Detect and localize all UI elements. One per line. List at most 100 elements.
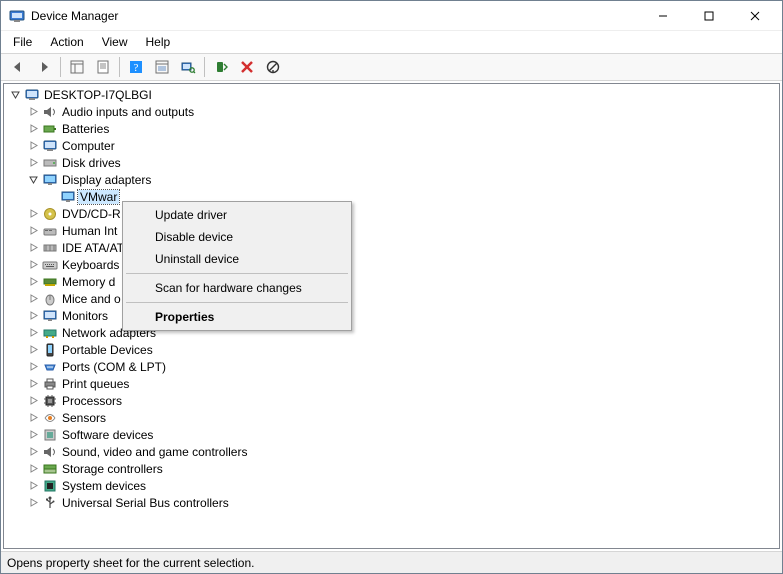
computer-icon xyxy=(42,138,58,154)
tree-node-label: Computer xyxy=(60,139,117,153)
tree-node-ports[interactable]: Ports (COM & LPT) xyxy=(26,358,779,375)
tree-node-audio[interactable]: Audio inputs and outputs xyxy=(26,103,779,120)
status-text: Opens property sheet for the current sel… xyxy=(7,556,254,570)
tree-root-label: DESKTOP-I7QLBGI xyxy=(42,88,154,102)
usb-icon xyxy=(42,495,58,511)
device-tree-pane[interactable]: DESKTOP-I7QLBGI Audio inputs and outputs… xyxy=(3,83,780,549)
status-bar: Opens property sheet for the current sel… xyxy=(1,551,782,573)
expand-icon[interactable] xyxy=(26,139,40,153)
menu-action[interactable]: Action xyxy=(42,33,91,51)
cpu-icon xyxy=(42,393,58,409)
expand-icon[interactable] xyxy=(26,309,40,323)
tree-node-label: Universal Serial Bus controllers xyxy=(60,496,231,510)
show-hide-console-tree-button[interactable] xyxy=(65,55,89,79)
tree-node-label: Human Int xyxy=(60,224,119,238)
hid-icon xyxy=(42,223,58,239)
tree-node-label: Software devices xyxy=(60,428,155,442)
ctx-properties[interactable]: Properties xyxy=(125,306,349,328)
tree-node-label: Memory d xyxy=(60,275,117,289)
disable-device-button[interactable] xyxy=(261,55,285,79)
expand-icon[interactable] xyxy=(26,326,40,340)
expand-icon[interactable] xyxy=(26,411,40,425)
tree-node-sound[interactable]: Sound, video and game controllers xyxy=(26,443,779,460)
expand-icon[interactable] xyxy=(26,479,40,493)
system-icon xyxy=(42,478,58,494)
sensor-icon xyxy=(42,410,58,426)
tree-node-disk[interactable]: Disk drives xyxy=(26,154,779,171)
expand-icon[interactable] xyxy=(26,275,40,289)
window-title: Device Manager xyxy=(31,9,118,23)
ctx-separator xyxy=(126,302,348,303)
portable-icon xyxy=(42,342,58,358)
tree-node-label: Storage controllers xyxy=(60,462,165,476)
tree-node-label: System devices xyxy=(60,479,148,493)
tree-node-label-selected: VMwar xyxy=(78,190,119,204)
tree-node-printq[interactable]: Print queues xyxy=(26,375,779,392)
expand-icon[interactable] xyxy=(26,462,40,476)
expand-icon[interactable] xyxy=(26,156,40,170)
tree-node-label: Portable Devices xyxy=(60,343,155,357)
properties-button[interactable] xyxy=(91,55,115,79)
tree-node-software[interactable]: Software devices xyxy=(26,426,779,443)
tree-node-label: Audio inputs and outputs xyxy=(60,105,196,119)
expand-icon[interactable] xyxy=(26,377,40,391)
expand-icon[interactable] xyxy=(26,445,40,459)
app-icon xyxy=(9,8,25,24)
toolbar-sep xyxy=(119,57,120,77)
menu-file[interactable]: File xyxy=(5,33,40,51)
action-button[interactable] xyxy=(150,55,174,79)
back-button[interactable] xyxy=(6,55,30,79)
expand-icon[interactable] xyxy=(26,241,40,255)
expand-icon[interactable] xyxy=(26,343,40,357)
monitor-icon xyxy=(42,308,58,324)
port-icon xyxy=(42,359,58,375)
menu-view[interactable]: View xyxy=(94,33,136,51)
menu-help[interactable]: Help xyxy=(138,33,179,51)
minimize-button[interactable] xyxy=(640,1,686,31)
maximize-button[interactable] xyxy=(686,1,732,31)
collapse-icon[interactable] xyxy=(8,88,22,102)
tree-node-usb[interactable]: Universal Serial Bus controllers xyxy=(26,494,779,511)
tree-node-display[interactable]: Display adapters xyxy=(26,171,779,188)
software-icon xyxy=(42,427,58,443)
tree-node-system[interactable]: System devices xyxy=(26,477,779,494)
tree-node-processors[interactable]: Processors xyxy=(26,392,779,409)
expand-icon[interactable] xyxy=(26,224,40,238)
expand-icon[interactable] xyxy=(26,292,40,306)
toolbar-sep xyxy=(60,57,61,77)
ctx-update-driver[interactable]: Update driver xyxy=(125,204,349,226)
scan-hardware-button[interactable] xyxy=(176,55,200,79)
tree-root[interactable]: DESKTOP-I7QLBGI xyxy=(8,86,779,103)
storage-icon xyxy=(42,461,58,477)
expand-icon[interactable] xyxy=(26,207,40,221)
update-driver-button[interactable] xyxy=(209,55,233,79)
tree-node-label: Disk drives xyxy=(60,156,123,170)
help-button[interactable]: ? xyxy=(124,55,148,79)
ctx-disable-device[interactable]: Disable device xyxy=(125,226,349,248)
tree-node-label: Batteries xyxy=(60,122,111,136)
expand-icon[interactable] xyxy=(26,105,40,119)
tree-node-batteries[interactable]: Batteries xyxy=(26,120,779,137)
expand-icon[interactable] xyxy=(26,428,40,442)
toolbar: ? xyxy=(1,53,782,81)
expand-icon[interactable] xyxy=(26,122,40,136)
tree-node-label: DVD/CD-R xyxy=(60,207,123,221)
tree-node-computer[interactable]: Computer xyxy=(26,137,779,154)
menu-bar: File Action View Help xyxy=(1,31,782,53)
ctx-scan-hardware[interactable]: Scan for hardware changes xyxy=(125,277,349,299)
expand-icon[interactable] xyxy=(26,394,40,408)
device-tree: DESKTOP-I7QLBGI Audio inputs and outputs… xyxy=(4,86,779,511)
printer-icon xyxy=(42,376,58,392)
expand-icon[interactable] xyxy=(26,496,40,510)
expand-icon[interactable] xyxy=(26,360,40,374)
uninstall-device-button[interactable] xyxy=(235,55,259,79)
forward-button[interactable] xyxy=(32,55,56,79)
tree-node-portable[interactable]: Portable Devices xyxy=(26,341,779,358)
tree-node-storage[interactable]: Storage controllers xyxy=(26,460,779,477)
collapse-icon[interactable] xyxy=(26,173,40,187)
close-button[interactable] xyxy=(732,1,778,31)
expand-icon[interactable] xyxy=(26,258,40,272)
ctx-uninstall-device[interactable]: Uninstall device xyxy=(125,248,349,270)
computer-icon xyxy=(24,87,40,103)
tree-node-sensors[interactable]: Sensors xyxy=(26,409,779,426)
